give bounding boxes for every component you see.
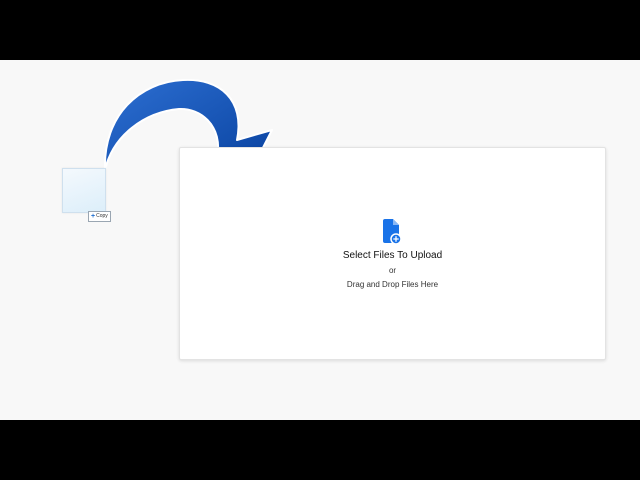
letterbox-bottom <box>0 420 640 480</box>
plus-icon: + <box>91 213 96 220</box>
copy-badge-label: Copy <box>96 213 108 219</box>
copy-badge: + Copy <box>88 211 111 222</box>
file-add-icon[interactable] <box>382 219 402 245</box>
drag-preview-thumbnail <box>62 168 106 213</box>
page-content: + Copy Select Files To Upload or Drag an… <box>0 60 640 420</box>
drag-drop-hint: Drag and Drop Files Here <box>346 280 439 289</box>
file-dropzone[interactable]: Select Files To Upload or Drag and Drop … <box>179 147 606 360</box>
or-separator: or <box>388 266 397 275</box>
letterbox-top <box>0 0 640 60</box>
select-files-title[interactable]: Select Files To Upload <box>180 250 605 261</box>
